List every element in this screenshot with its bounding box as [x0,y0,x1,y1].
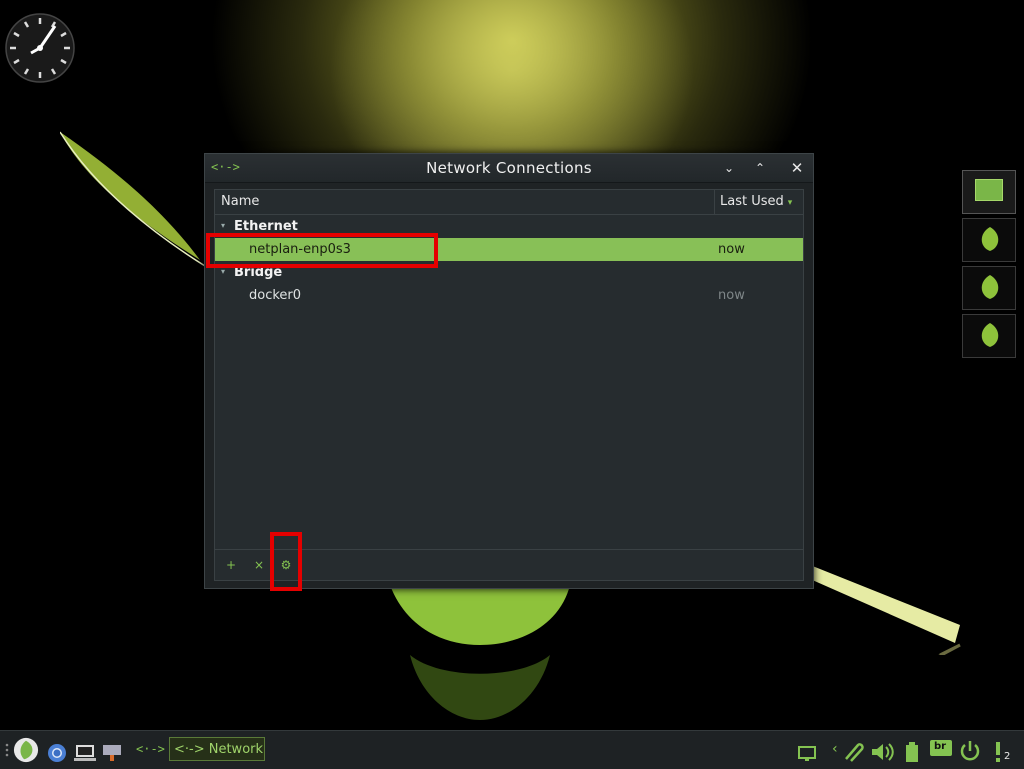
minimize-button[interactable]: ⌄ [719,158,739,178]
group-ethernet[interactable]: ▾ Ethernet [215,215,803,238]
connection-name: docker0 [249,288,302,303]
chevron-left-icon[interactable]: ‹ [832,741,838,767]
taskbar: <·-> <·-> Network ... ‹ br [0,730,1024,769]
workspace-4[interactable] [962,314,1016,358]
workspace-pager [962,170,1016,362]
workspace-2[interactable] [962,218,1016,262]
column-header-last-used-label: Last Used [720,194,784,209]
keyboard-layout-indicator[interactable]: br [930,740,952,756]
sort-down-icon: ▾ [787,198,793,208]
edit-connection-gear-icon[interactable]: ⚙ [278,557,294,573]
wallpaper-leaf-bottom [390,585,570,720]
display-icon[interactable] [797,741,817,767]
connection-row-netplan-enp0s3[interactable]: netplan-enp0s3 now [215,238,803,261]
connection-last-used: now [718,288,745,303]
expander-down-icon[interactable]: ▾ [221,267,225,276]
terminal-icon[interactable] [102,740,122,766]
paperclip-icon[interactable] [842,739,866,765]
network-connections-window: <·-> Network Connections ⌄ ⌃ ✕ Name Last… [204,153,814,589]
leaf-icon [981,323,999,347]
battery-icon[interactable] [904,739,920,765]
connection-name: netplan-enp0s3 [249,242,351,257]
workspace-1[interactable] [962,170,1016,214]
column-separator[interactable] [714,190,715,214]
chromium-icon[interactable] [47,740,67,766]
taskbar-network-connections-button[interactable]: <·-> Network ... [169,737,265,761]
add-connection-button[interactable]: + [223,557,239,573]
leaf-icon [981,227,999,251]
workspace-window-thumbnail [975,179,1003,201]
titlebar[interactable]: <·-> Network Connections ⌄ ⌃ ✕ [205,154,813,183]
connection-row-docker0[interactable]: docker0 now [215,284,803,307]
group-label: Bridge [234,265,283,280]
network-manager-tray-icon[interactable]: <·-> [136,742,165,768]
list-header: Name Last Used ▾ [215,190,803,215]
clock-widget [5,13,75,83]
handle-icon [5,743,9,757]
leaf-icon [981,275,999,299]
connection-last-used: now [718,242,745,257]
close-button[interactable]: ✕ [787,158,807,178]
file-manager-icon[interactable] [74,740,96,766]
maximize-button[interactable]: ⌃ [750,158,770,178]
expander-down-icon[interactable]: ▾ [221,221,225,230]
group-label: Ethernet [234,219,298,234]
group-bridge[interactable]: ▾ Bridge [215,261,803,284]
list-toolbar: + × ⚙ [215,549,803,580]
column-header-name[interactable]: Name [221,194,259,209]
power-icon[interactable] [958,738,982,764]
workspace-3[interactable] [962,266,1016,310]
workspace-number: 2 [1004,751,1011,762]
keyboard-layout-label: br [934,741,947,752]
delete-connection-button[interactable]: × [251,557,267,573]
notification-icon[interactable] [993,739,1003,765]
start-menu-leaf-icon[interactable] [12,737,40,763]
connections-list: Name Last Used ▾ ▾ Ethernet netplan-enp0s… [214,189,804,581]
column-header-last-used[interactable]: Last Used ▾ [720,194,792,209]
volume-icon[interactable] [870,739,896,765]
wallpaper-stem [810,565,961,655]
